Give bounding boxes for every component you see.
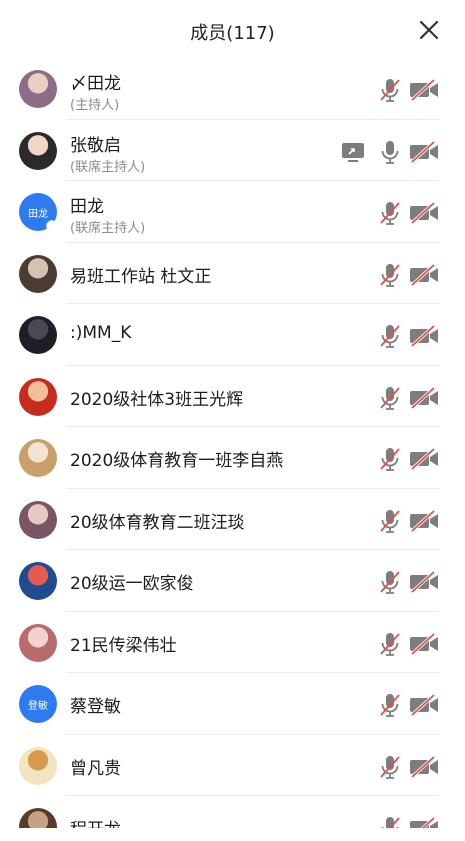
panel-title: 成员(117) xyxy=(190,23,275,44)
avatar xyxy=(19,439,57,477)
member-controls xyxy=(379,76,439,104)
member-controls xyxy=(379,199,439,227)
member-row[interactable]: 张敬启 (联席主持人) xyxy=(0,120,465,181)
member-row[interactable]: 21民传梁伟壮 xyxy=(0,612,465,673)
member-name: 20级运一欧家俊 xyxy=(70,574,194,594)
avatar-label: 田龙 xyxy=(28,208,48,220)
member-controls xyxy=(379,630,439,658)
camera-off-icon[interactable] xyxy=(409,386,439,409)
avatar: 登敏 xyxy=(19,685,57,723)
member-list[interactable]: 〆田龙 (主持人) 张敬启 (联席主持人) 田龙 田龙 (联席主持人) 易班工作… xyxy=(0,58,465,828)
camera-off-icon[interactable] xyxy=(409,448,439,470)
microphone-icon[interactable] xyxy=(379,631,401,657)
member-name: 易班工作站 杜文正 xyxy=(70,266,212,287)
member-controls xyxy=(379,691,439,719)
member-name: 蔡登敏 xyxy=(70,697,121,717)
member-name: :)MM_K xyxy=(70,323,132,343)
microphone-icon[interactable] xyxy=(379,754,401,780)
avatar xyxy=(19,746,57,785)
panel-header: 成员(117) xyxy=(0,0,465,62)
camera-off-icon[interactable] xyxy=(409,325,439,347)
microphone-icon[interactable] xyxy=(379,569,401,595)
member-row[interactable]: :)MM_K xyxy=(0,304,465,366)
member-row[interactable]: 2020级社体3班王光辉 xyxy=(0,366,465,427)
avatar xyxy=(19,316,57,354)
member-controls xyxy=(379,445,439,473)
member-row[interactable]: 曾凡贵 xyxy=(0,735,465,796)
member-role: (联席主持人) xyxy=(70,159,146,175)
avatar xyxy=(19,70,57,108)
member-controls xyxy=(379,384,439,412)
member-controls xyxy=(379,261,439,289)
camera-off-icon[interactable] xyxy=(409,694,439,716)
member-name: 〆田龙 xyxy=(70,74,121,94)
avatar xyxy=(19,377,57,416)
member-name: 田龙 xyxy=(70,197,104,217)
member-role: (主持人) xyxy=(70,98,120,113)
microphone-icon[interactable] xyxy=(379,815,401,828)
member-controls xyxy=(379,814,439,828)
member-name: 张敬启 xyxy=(70,135,121,156)
camera-off-icon[interactable] xyxy=(409,632,439,655)
microphone-icon[interactable] xyxy=(379,385,401,411)
member-row[interactable]: 易班工作站 杜文正 xyxy=(0,243,465,304)
member-name: 程开龙 xyxy=(70,815,121,828)
camera-off-icon[interactable] xyxy=(409,571,439,593)
member-row[interactable]: 2020级体育教育一班李自燕 xyxy=(0,427,465,489)
camera-off-icon[interactable] xyxy=(409,509,439,532)
microphone-icon[interactable] xyxy=(379,262,401,288)
microphone-icon[interactable] xyxy=(379,77,401,103)
camera-off-icon[interactable] xyxy=(409,263,439,286)
member-name: 曾凡贵 xyxy=(70,758,121,779)
member-row[interactable]: 登敏 蔡登敏 xyxy=(0,673,465,735)
bottom-edge xyxy=(0,828,465,841)
camera-off-icon[interactable] xyxy=(409,817,439,828)
member-controls xyxy=(379,753,439,781)
microphone-icon[interactable] xyxy=(379,692,401,718)
member-name: 2020级体育教育一班李自燕 xyxy=(70,451,284,471)
member-row[interactable]: 田龙 田龙 (联席主持人) xyxy=(0,181,465,243)
camera-off-icon[interactable] xyxy=(409,79,439,101)
microphone-icon[interactable] xyxy=(379,200,401,226)
microphone-icon[interactable] xyxy=(379,508,401,534)
device-badge-icon xyxy=(46,220,57,231)
camera-off-icon[interactable] xyxy=(409,755,439,778)
member-controls xyxy=(379,568,439,596)
avatar xyxy=(19,623,57,662)
member-row[interactable]: 20级运一欧家俊 xyxy=(0,550,465,612)
member-name: 21民传梁伟壮 xyxy=(70,635,177,656)
member-row[interactable]: 20级体育教育二班汪琰 xyxy=(0,489,465,550)
member-name: 20级体育教育二班汪琰 xyxy=(70,512,245,533)
member-row[interactable]: 〆田龙 (主持人) xyxy=(0,58,465,120)
avatar xyxy=(19,131,57,170)
microphone-icon[interactable] xyxy=(379,446,401,472)
member-row[interactable]: 程开龙 xyxy=(0,796,465,828)
avatar xyxy=(19,808,57,828)
member-controls xyxy=(341,138,439,166)
microphone-icon[interactable] xyxy=(379,139,401,165)
avatar: 田龙 xyxy=(19,193,57,231)
microphone-icon[interactable] xyxy=(379,323,401,349)
member-role: (联席主持人) xyxy=(70,221,146,236)
avatar xyxy=(19,500,57,539)
camera-off-icon[interactable] xyxy=(409,140,439,163)
screen-share-icon[interactable] xyxy=(341,141,365,163)
avatar xyxy=(19,254,57,293)
member-controls xyxy=(379,507,439,535)
member-name: 2020级社体3班王光辉 xyxy=(70,389,244,410)
avatar-label: 登敏 xyxy=(28,700,48,712)
camera-off-icon[interactable] xyxy=(409,202,439,224)
close-icon[interactable] xyxy=(417,18,441,42)
member-controls xyxy=(379,322,439,350)
avatar xyxy=(19,562,57,600)
